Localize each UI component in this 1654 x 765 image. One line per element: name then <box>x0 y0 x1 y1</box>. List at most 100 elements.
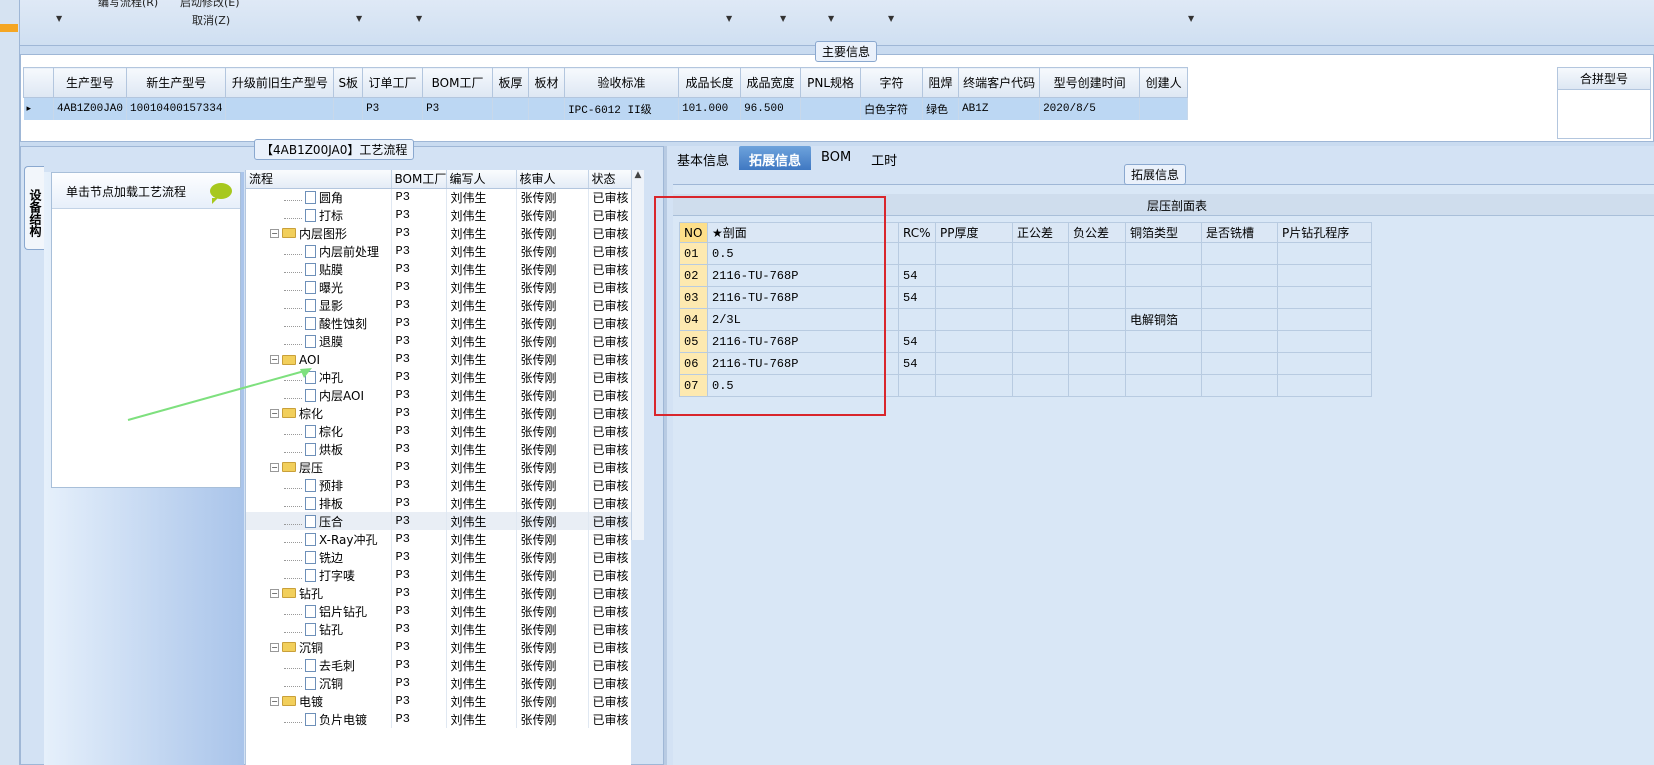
menu-edit-flow[interactable]: 编写流程(R) <box>98 0 158 10</box>
layer-cell[interactable] <box>1201 374 1278 397</box>
layer-cell[interactable] <box>1277 330 1372 353</box>
layer-cell[interactable] <box>1125 286 1202 309</box>
collapse-toggle-icon[interactable]: − <box>270 462 279 472</box>
detail-tab[interactable]: 拓展信息 <box>739 146 812 170</box>
column-header[interactable]: 创建人 <box>1139 67 1189 98</box>
tree-node-cell[interactable]: 负片电镀 <box>246 710 392 728</box>
tree-node[interactable]: 打字唛 <box>250 567 355 584</box>
tree-node[interactable]: − 沉铜 <box>250 639 323 656</box>
tree-node-cell[interactable]: 内层前处理 <box>246 242 392 260</box>
dropdown-arrow-icon[interactable]: ▼ <box>1188 14 1194 23</box>
tree-node[interactable]: 铝片钻孔 <box>250 603 367 620</box>
tree-node-cell[interactable]: 压合 <box>246 512 392 530</box>
tree-row[interactable]: 预排 P3 刘伟生 张传刚 已审核 <box>246 476 631 494</box>
layer-column-header[interactable]: RC% <box>898 222 936 243</box>
tree-row[interactable]: 显影 P3 刘伟生 张传刚 已审核 <box>246 296 631 314</box>
layer-cell[interactable] <box>898 242 936 265</box>
tree-node-cell[interactable]: 打字唛 <box>246 566 392 584</box>
column-header[interactable]: 终端客户代码 <box>958 67 1041 98</box>
tree-row[interactable]: − 钻孔 P3 刘伟生 张传刚 已审核 <box>246 584 631 602</box>
tree-node[interactable]: 负片电镀 <box>250 711 367 728</box>
layer-cell[interactable] <box>1201 308 1278 331</box>
layer-cell[interactable] <box>1277 352 1372 375</box>
layer-cell[interactable]: 电解铜箔 <box>1125 308 1202 331</box>
layer-cell[interactable] <box>1125 374 1202 397</box>
dropdown-arrow-icon[interactable]: ▼ <box>780 14 786 23</box>
tree-node[interactable]: − 电镀 <box>250 693 323 710</box>
layer-cell[interactable] <box>1068 286 1126 309</box>
layer-cell[interactable] <box>935 374 1013 397</box>
layer-cell[interactable] <box>1125 264 1202 287</box>
collapse-toggle-icon[interactable]: − <box>270 696 279 706</box>
main-info-cell[interactable]: 10010400157334 <box>126 97 227 120</box>
column-header[interactable]: 验收标准 <box>564 67 680 98</box>
layer-cell[interactable] <box>1068 242 1126 265</box>
tree-row[interactable]: 退膜 P3 刘伟生 张传刚 已审核 <box>246 332 631 350</box>
layer-cell[interactable] <box>1125 352 1202 375</box>
main-info-cell[interactable] <box>492 97 530 120</box>
tree-node-cell[interactable]: 沉铜 <box>246 674 392 692</box>
column-header[interactable]: 成品长度 <box>678 67 742 98</box>
layer-cell[interactable] <box>935 352 1013 375</box>
layer-cell[interactable] <box>898 374 936 397</box>
tree-row[interactable]: 曝光 P3 刘伟生 张传刚 已审核 <box>246 278 631 296</box>
collapse-toggle-icon[interactable]: − <box>270 588 279 598</box>
main-info-cell[interactable]: P3 <box>362 97 424 120</box>
layer-cell[interactable] <box>1012 308 1069 331</box>
column-header[interactable]: 板材 <box>528 67 566 98</box>
tree-row[interactable]: 去毛刺 P3 刘伟生 张传刚 已审核 <box>246 656 631 674</box>
layer-cell[interactable] <box>898 308 936 331</box>
tree-row[interactable]: 酸性蚀刻 P3 刘伟生 张传刚 已审核 <box>246 314 631 332</box>
layer-cell[interactable] <box>1012 264 1069 287</box>
tree-node[interactable]: 去毛刺 <box>250 657 355 674</box>
layer-column-header[interactable]: PP厚度 <box>935 222 1013 243</box>
tree-row[interactable]: − 沉铜 P3 刘伟生 张传刚 已审核 <box>246 638 631 656</box>
column-header[interactable]: S板 <box>333 67 364 98</box>
layer-cell[interactable]: 54 <box>898 330 936 353</box>
dropdown-arrow-icon[interactable]: ▼ <box>888 14 894 23</box>
tree-node-cell[interactable]: 铣边 <box>246 548 392 566</box>
main-info-cell[interactable]: AB1Z <box>958 97 1041 120</box>
tree-node-cell[interactable]: − 层压 <box>246 458 392 476</box>
scroll-up-icon[interactable]: ▲ <box>632 170 644 180</box>
tree-row[interactable]: 压合 P3 刘伟生 张传刚 已审核 <box>246 512 631 530</box>
layer-cell[interactable] <box>1068 264 1126 287</box>
column-header[interactable]: 升级前旧生产型号 <box>225 67 335 98</box>
tree-row[interactable]: − 层压 P3 刘伟生 张传刚 已审核 <box>246 458 631 476</box>
tree-node[interactable]: 钻孔 <box>250 621 343 638</box>
layer-cell[interactable] <box>1012 374 1069 397</box>
tree-node-cell[interactable]: 排板 <box>246 494 392 512</box>
tree-node-cell[interactable]: − 电镀 <box>246 692 392 710</box>
menu-start-modify[interactable]: 启动修改(E) <box>180 0 240 10</box>
layer-cell[interactable]: 54 <box>898 286 936 309</box>
layer-cell[interactable] <box>1201 330 1278 353</box>
layer-cell[interactable] <box>1012 352 1069 375</box>
main-info-row[interactable]: ▸ 4AB1Z00JA0 10010400157334 P3 P3 IPC-6012 II… <box>23 97 1189 120</box>
tree-node[interactable]: 显影 <box>250 297 343 314</box>
tree-node-cell[interactable]: − 沉铜 <box>246 638 392 656</box>
main-info-cell[interactable] <box>225 97 335 120</box>
layer-cell[interactable] <box>935 264 1013 287</box>
dropdown-arrow-icon[interactable]: ▼ <box>416 14 422 23</box>
detail-tab[interactable]: 工时 <box>861 146 907 170</box>
layer-cell[interactable] <box>1201 242 1278 265</box>
column-header[interactable]: 成品宽度 <box>740 67 802 98</box>
tree-node-cell[interactable]: 打标 <box>246 206 392 224</box>
main-info-cell[interactable]: IPC-6012 II级 <box>564 97 680 120</box>
main-info-cell[interactable] <box>1139 97 1189 120</box>
column-header[interactable]: 生产型号 <box>52 67 128 98</box>
column-header[interactable]: BOM工厂 <box>422 67 494 98</box>
layer-cell[interactable]: 54 <box>898 352 936 375</box>
tree-row[interactable]: 烘板 P3 刘伟生 张传刚 已审核 <box>246 440 631 458</box>
tree-node-cell[interactable]: 铝片钻孔 <box>246 602 392 620</box>
layer-cell[interactable] <box>935 242 1013 265</box>
column-header[interactable]: 字符 <box>860 67 924 98</box>
tree-row[interactable]: X-Ray冲孔 P3 刘伟生 张传刚 已审核 <box>246 530 631 548</box>
tree-row[interactable]: 钻孔 P3 刘伟生 张传刚 已审核 <box>246 620 631 638</box>
tree-column-header[interactable]: 编写人 <box>446 170 517 189</box>
tree-node[interactable]: 圆角 <box>250 189 343 206</box>
layer-cell[interactable]: 54 <box>898 264 936 287</box>
tree-node[interactable]: − 钻孔 <box>250 585 323 602</box>
layer-cell[interactable] <box>935 286 1013 309</box>
layer-cell[interactable] <box>1068 330 1126 353</box>
